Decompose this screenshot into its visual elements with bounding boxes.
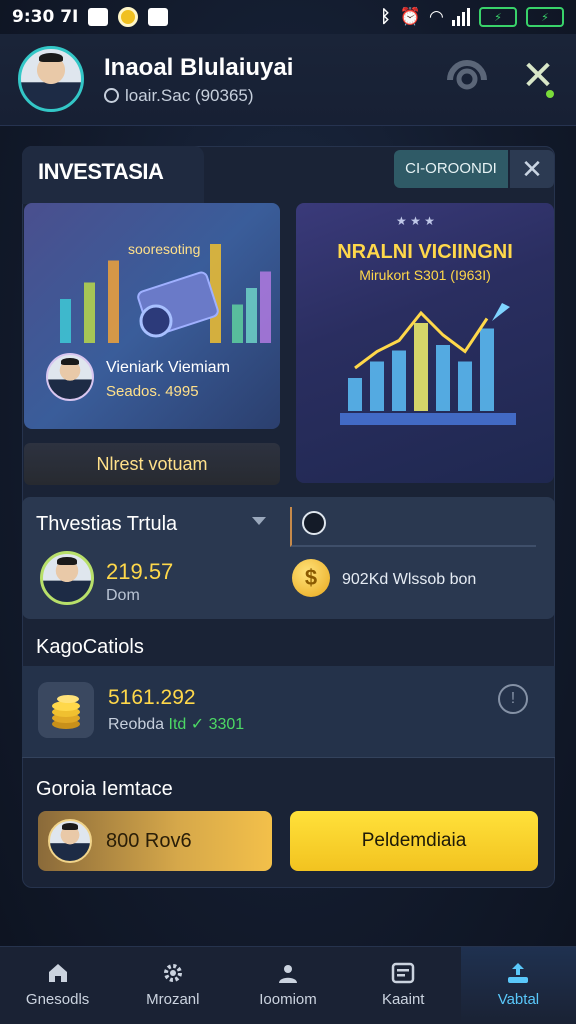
promo-right-base — [340, 413, 516, 425]
promo-left-bar — [260, 271, 271, 343]
chevron-down-icon[interactable] — [252, 517, 266, 525]
notification-icon — [88, 8, 109, 26]
nav-item-home[interactable]: Gnesodls — [0, 947, 115, 1024]
trend-unit: Dom — [106, 587, 140, 604]
coin-stack-icon — [38, 682, 94, 738]
coin-label: 902Kd Wlssob bon — [342, 571, 477, 588]
nav-item-profile[interactable]: Ioomiom — [230, 947, 345, 1024]
balance-subtext: Reobda Itd ✓ 3301 — [108, 714, 244, 734]
gear-icon — [163, 964, 182, 982]
coin-notification-icon — [118, 7, 139, 27]
trend-panel: Thvestias Trtula 219.57 Dom $ 902Kd Wlss… — [22, 497, 555, 619]
promo-right-bar — [348, 378, 362, 411]
info-icon[interactable]: ! — [498, 684, 528, 714]
status-bar: 9:30 7I ᛒ ⏰ ◠ ⚡ ⚡ — [0, 0, 576, 34]
app-notification-icon — [148, 8, 169, 26]
trend-title: Thvestias Trtula — [36, 513, 178, 535]
promo-left-score: Seados. 4995 — [106, 383, 199, 400]
primary-action-button[interactable]: Peldemdiaia — [290, 811, 538, 871]
promo-left-bar — [84, 282, 95, 343]
promo-card-left[interactable]: sooresoting Vieniark Viemiam Seados. 499… — [24, 203, 280, 429]
promo-left-bar — [60, 299, 71, 343]
promo-right-bar — [370, 361, 384, 411]
brand-title: INVESTASIA — [22, 146, 204, 204]
promo-avatar — [46, 353, 94, 401]
nav-label-profile: Ioomiom — [259, 991, 317, 1008]
promo-right-subtitle: Mirukort S301 (I963I) — [359, 267, 491, 283]
secondary-action-label: 800 Rov6 — [106, 830, 192, 852]
close-icon[interactable]: ✕ — [516, 54, 560, 98]
promo-right-bar — [414, 323, 428, 411]
action-section-title: Goroia Iemtace — [36, 778, 173, 800]
button-avatar — [48, 819, 92, 863]
card-icon — [391, 962, 415, 984]
promo-right-bar — [480, 328, 494, 411]
home-icon — [48, 964, 67, 982]
camera-icon[interactable] — [444, 54, 490, 94]
promo-right-bar — [458, 361, 472, 411]
nav-label-card: Kaaint — [381, 991, 425, 1008]
balance-sub-prefix: Reobda — [108, 716, 169, 733]
header-subtitle: loair.Sac (90365) — [104, 86, 254, 106]
bluetooth-icon: ᛒ — [380, 7, 391, 27]
invest-now-button[interactable]: Nlrest votuam — [24, 443, 280, 485]
wifi-icon: ◠ — [429, 7, 443, 27]
battery-saver-icon: ⚡ — [479, 7, 517, 27]
arrow-up-icon — [492, 303, 510, 321]
nav-item-settings[interactable]: Mrozanl — [115, 947, 230, 1024]
header-subtitle-text: loair.Sac (90365) — [125, 86, 254, 105]
dollar-coin-icon: $ — [292, 559, 330, 597]
nav-item-card[interactable]: Kaaint — [346, 947, 461, 1024]
nav-item-wallet[interactable]: Vabtal — [460, 947, 576, 1024]
balance-panel[interactable]: 5161.292 Reobda Itd ✓ 3301 ! — [22, 666, 555, 758]
status-dot — [546, 90, 554, 98]
header-title: Inaoal Blulaiuyai — [104, 54, 294, 81]
user-icon — [279, 965, 297, 983]
app-header: Inaoal Blulaiuyai loair.Sac (90365) ✕ — [0, 34, 576, 126]
chip-close-icon[interactable]: ✕ — [510, 150, 554, 188]
bottom-nav: Gnesodls Mrozanl Ioomiom Kaaint Vabtal — [0, 946, 576, 1024]
promo-left-name: Vieniark Viemiam — [106, 359, 230, 376]
wallet-icon — [508, 963, 529, 983]
balance-value: 5161.292 — [108, 686, 196, 709]
star-icon: ★ ★ ★ — [396, 214, 435, 228]
battery-icon: ⚡ — [526, 7, 564, 27]
promo-right-bar — [392, 350, 406, 411]
promo-card-right[interactable]: ★ ★ ★ NRALNI VICIINGNI Mirukort S301 (I9… — [296, 203, 554, 483]
nav-label-home: Gnesodls — [25, 991, 90, 1008]
profile-avatar[interactable] — [18, 46, 84, 112]
promo-left-bar — [108, 260, 119, 343]
promo-left-label: sooresoting — [128, 241, 201, 257]
promo-right-bar — [436, 345, 450, 411]
info-icon — [104, 88, 119, 103]
promo-right-title: NRALNI VICIINGNI — [337, 241, 513, 263]
referral-code-chip[interactable]: CI-OROONDI — [394, 150, 508, 188]
camera-device-icon — [137, 271, 219, 338]
balance-sub-green: Itd ✓ 3301 — [168, 716, 245, 733]
trend-divider — [290, 507, 536, 547]
status-time: 9:30 7I — [12, 7, 79, 27]
nav-label-settings: Mrozanl — [146, 991, 200, 1008]
balance-section-title: KagoCatiols — [36, 636, 144, 658]
promo-left-bar — [246, 288, 257, 343]
secondary-action-button[interactable]: 800 Rov6 — [38, 811, 272, 871]
trend-avatar — [40, 551, 94, 605]
promo-left-bar — [232, 304, 243, 343]
eye-icon[interactable] — [302, 511, 326, 535]
alarm-icon: ⏰ — [399, 7, 421, 27]
signal-icon — [452, 8, 470, 26]
nav-label-wallet: Vabtal — [497, 991, 540, 1008]
trend-value: 219.57 — [106, 559, 174, 584]
